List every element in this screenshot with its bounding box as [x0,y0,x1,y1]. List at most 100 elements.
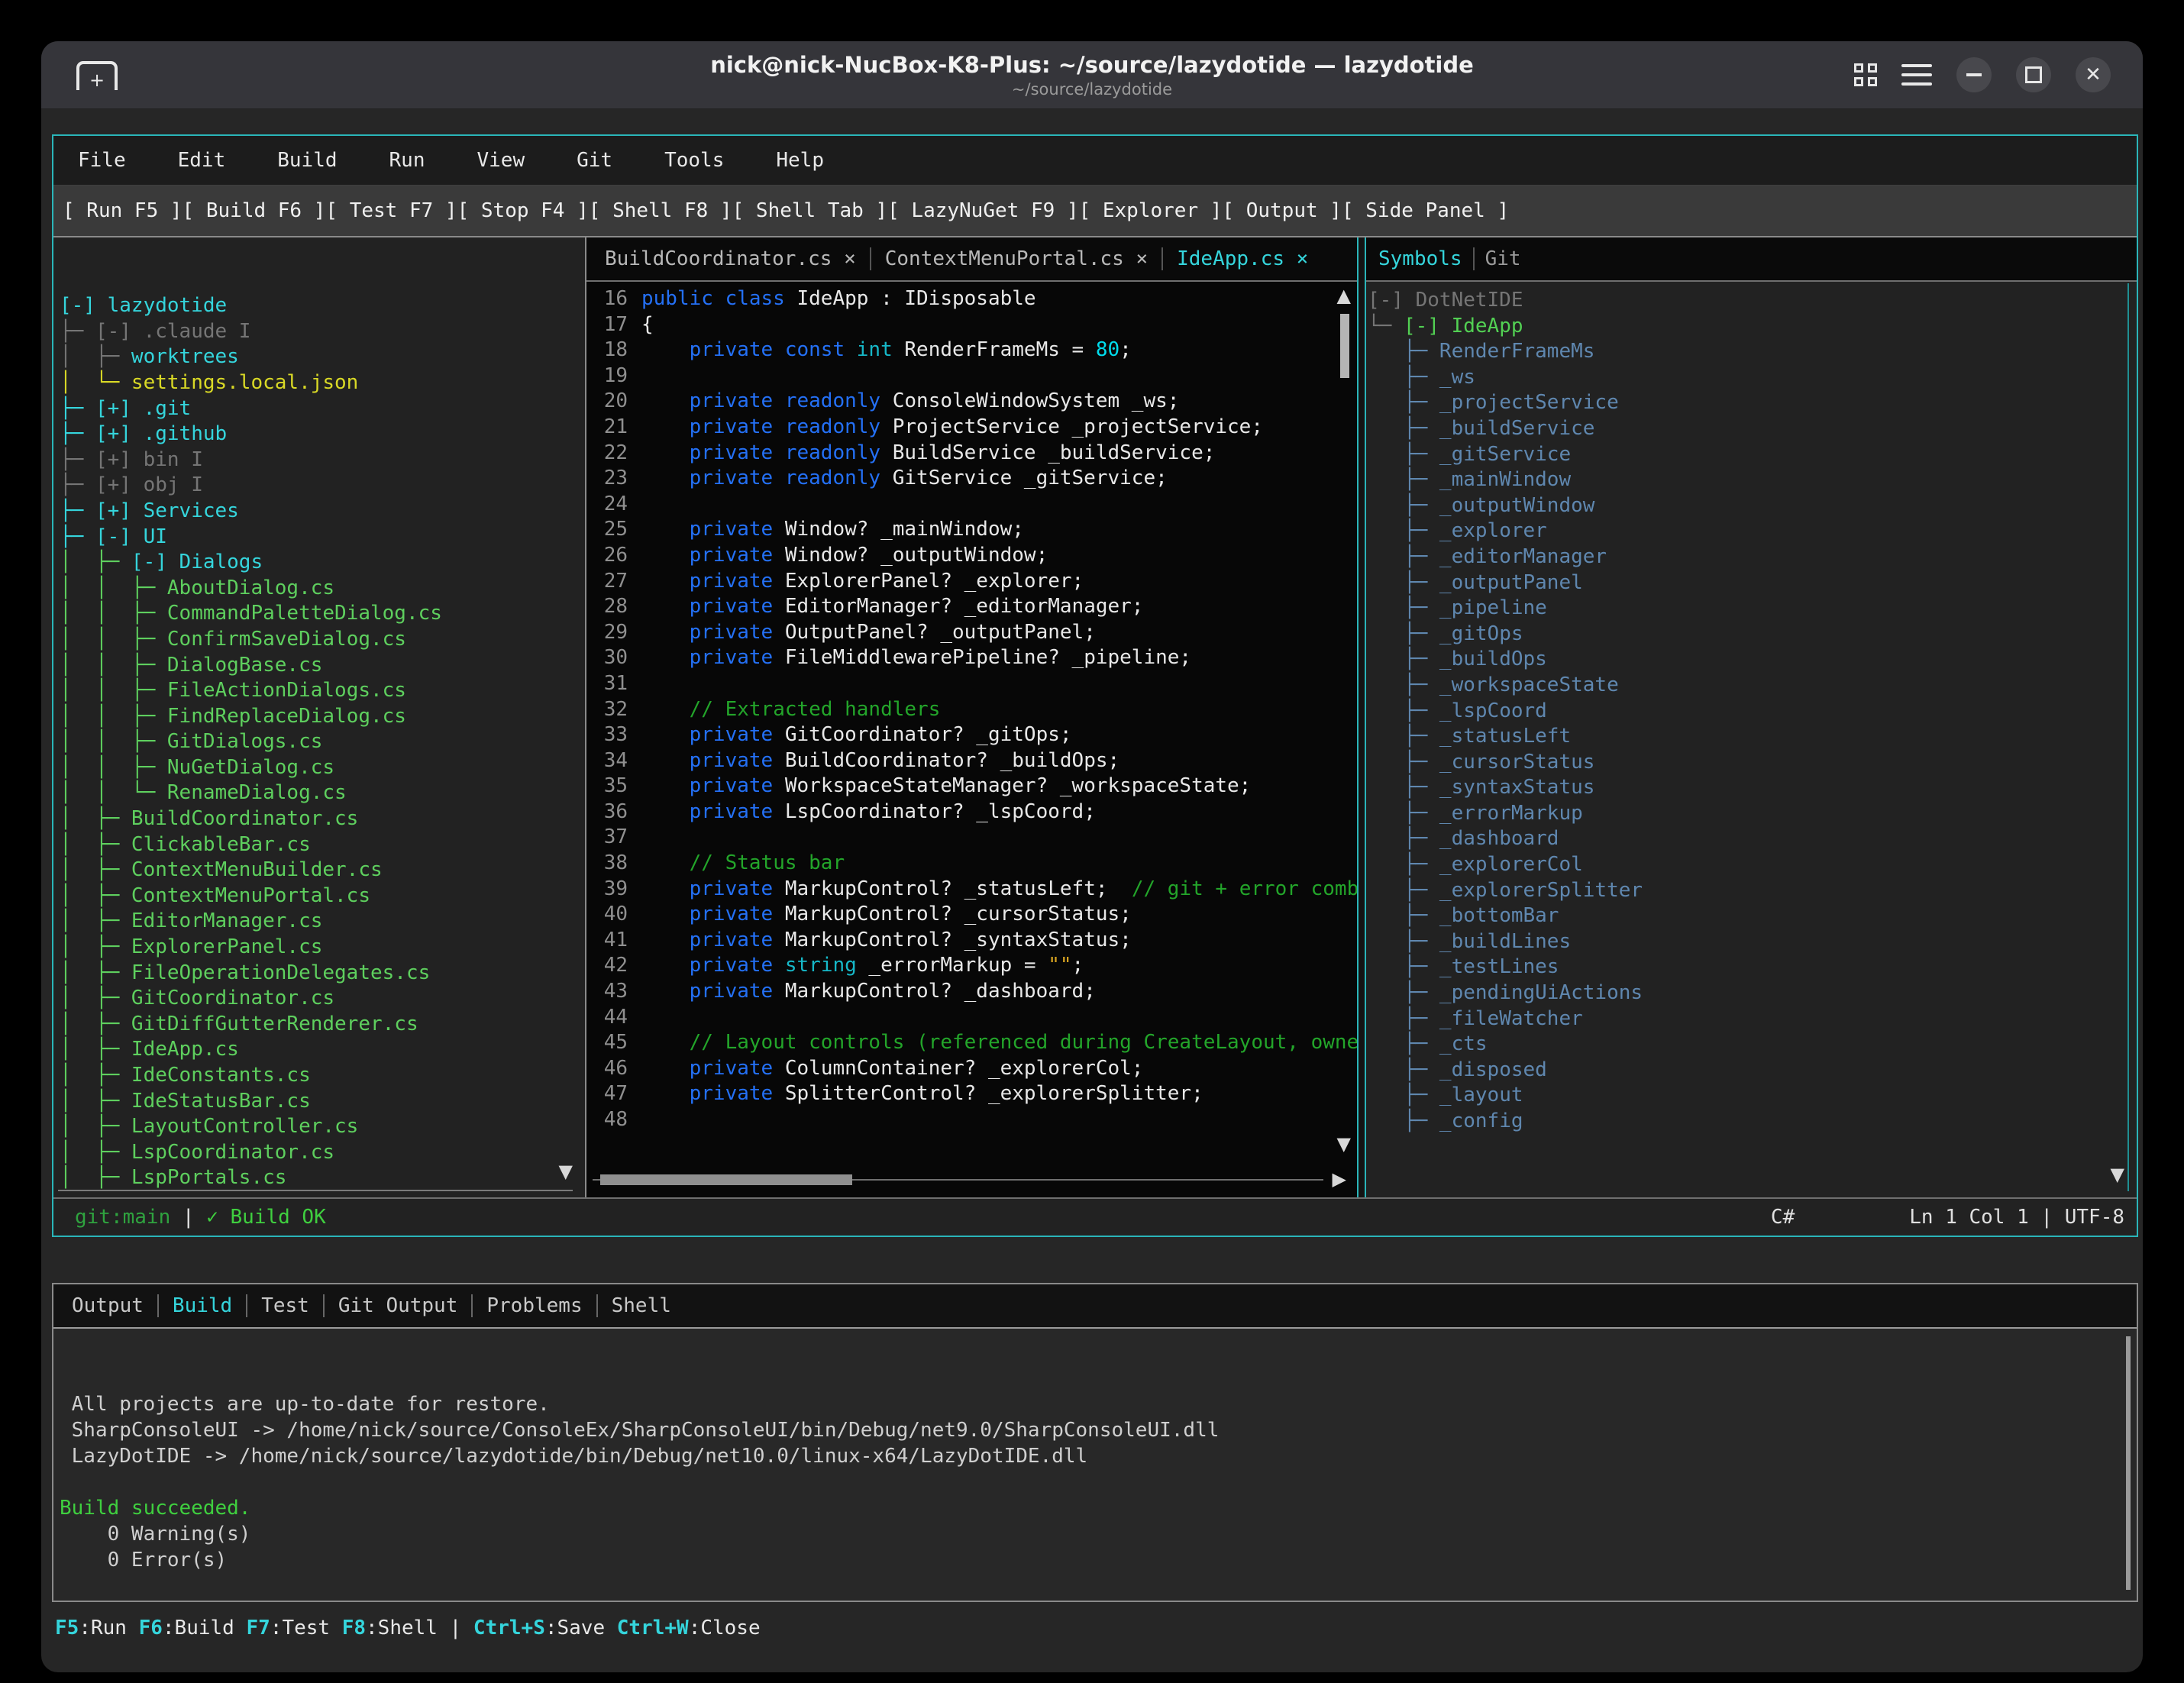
symbol-row[interactable]: ├─ _cts [1368,1032,2137,1058]
side-tab-git[interactable]: Git [1473,247,1532,270]
tree-row[interactable]: │ ├─ ExplorerPanel.cs [60,935,585,961]
code-line[interactable]: 23 private readonly GitService _gitServi… [586,466,1357,492]
code-line[interactable]: 41 private MarkupControl? _syntaxStatus; [586,928,1357,954]
code-line[interactable]: 39 private MarkupControl? _statusLeft; /… [586,877,1357,903]
toolbar-build-f6[interactable]: [ Build F6 ] [183,199,326,222]
symbol-row[interactable]: ├─ _errorMarkup [1368,801,2137,827]
menu-edit[interactable]: Edit [178,149,226,172]
toolbar-stop-f4[interactable]: [ Stop F4 ] [457,199,589,222]
output-tab-shell[interactable]: Shell [596,1294,685,1317]
symbol-row[interactable]: ├─ _disposed [1368,1058,2137,1084]
symbol-row[interactable]: └─ [-] IdeApp [1368,314,2137,340]
code-line[interactable]: 24 [586,492,1357,518]
code-line[interactable]: 33 private GitCoordinator? _gitOps; [586,722,1357,748]
tree-row[interactable]: │ ├─ ContextMenuPortal.cs [60,883,585,909]
menu-run[interactable]: Run [389,149,425,172]
output-tab-test[interactable]: Test [246,1294,323,1317]
tree-row[interactable]: ├─ [+] .git [60,396,585,422]
symbol-row[interactable]: ├─ _gitOps [1368,622,2137,648]
code-line[interactable]: 27 private ExplorerPanel? _explorer; [586,569,1357,595]
tree-row[interactable]: ├─ [+] bin I [60,447,585,473]
symbol-row[interactable]: ├─ _outputPanel [1368,570,2137,596]
editor-tab-contextmenuportal-cs[interactable]: ContextMenuPortal.cs × [870,247,1161,270]
tree-row[interactable]: │ ├─ ClickableBar.cs [60,832,585,858]
tree-row[interactable]: ├─ [-] UI [60,525,585,551]
symbol-row[interactable]: ├─ _explorerCol [1368,852,2137,878]
code-line[interactable]: 26 private Window? _outputWindow; [586,543,1357,569]
symbol-row[interactable]: ├─ _buildService [1368,416,2137,442]
editor-tab-buildcoordinator-cs[interactable]: BuildCoordinator.cs × [591,247,870,270]
symbol-row[interactable]: ├─ _gitService [1368,442,2137,468]
code-line[interactable]: 45 // Layout controls (referenced during… [586,1030,1357,1056]
editor-scroll-down-icon[interactable]: ▼ [1337,1135,1351,1153]
output-vscrollbar[interactable] [2126,1336,2131,1590]
tree-row[interactable]: ├─ [+] obj I [60,473,585,499]
side-scroll-down-icon[interactable]: ▼ [2111,1165,2124,1184]
symbol-row[interactable]: ├─ _fileWatcher [1368,1006,2137,1032]
toolbar-output[interactable]: [ Output ] [1222,199,1342,222]
output-tab-problems[interactable]: Problems [471,1294,596,1317]
toolbar-run-f5[interactable]: [ Run F5 ] [63,199,183,222]
code-line[interactable]: 30 private FileMiddlewarePipeline? _pipe… [586,645,1357,671]
tree-row[interactable]: │ └─ settings.local.json [60,370,585,396]
symbol-row[interactable]: ├─ _testLines [1368,955,2137,980]
code-line[interactable]: 32 // Extracted handlers [586,697,1357,723]
code-line[interactable]: 22 private readonly BuildService _buildS… [586,441,1357,467]
tree-row[interactable]: │ ├─ IdeConstants.cs [60,1063,585,1089]
symbol-row[interactable]: ├─ _cursorStatus [1368,750,2137,776]
maximize-button[interactable] [2016,57,2051,92]
layout-grid-icon[interactable] [1854,63,1877,86]
code-line[interactable]: 36 private LspCoordinator? _lspCoord; [586,800,1357,825]
tree-row[interactable]: ├─ [+] Services [60,499,585,525]
tree-row[interactable]: │ ├─ worktrees [60,344,585,370]
symbol-row[interactable]: ├─ _mainWindow [1368,467,2137,493]
symbol-row[interactable]: ├─ _outputWindow [1368,493,2137,519]
code-line[interactable]: 37 [586,825,1357,851]
tree-scroll-down-icon[interactable]: ▼ [559,1162,573,1181]
symbol-row[interactable]: ├─ _pendingUiActions [1368,980,2137,1006]
symbol-row[interactable]: ├─ _editorManager [1368,544,2137,570]
menu-view[interactable]: View [477,149,525,172]
tree-hscrollbar[interactable] [58,1190,573,1191]
menu-git[interactable]: Git [577,149,612,172]
code-line[interactable]: 18 private const int RenderFrameMs = 80; [586,338,1357,363]
code-line[interactable]: 46 private ColumnContainer? _explorerCol… [586,1056,1357,1082]
side-vscrollbar[interactable] [2127,283,2129,1191]
symbol-row[interactable]: ├─ _explorer [1368,518,2137,544]
code-line[interactable]: 20 private readonly ConsoleWindowSystem … [586,389,1357,415]
tab-close-icon[interactable]: × [1297,247,1309,270]
code-line[interactable]: 35 private WorkspaceStateManager? _works… [586,774,1357,800]
code-line[interactable]: 42 private string _errorMarkup = ""; [586,953,1357,979]
code-line[interactable]: 16public class IdeApp : IDisposable [586,286,1357,312]
close-button[interactable]: ✕ [2076,57,2111,92]
symbol-row[interactable]: ├─ _layout [1368,1083,2137,1109]
toolbar-test-f7[interactable]: [ Test F7 ] [325,199,457,222]
editor-scroll-up-icon[interactable]: ▲ [1337,286,1351,305]
tree-row[interactable]: │ ├─ IdeStatusBar.cs [60,1089,585,1115]
tree-row[interactable]: │ │ ├─ DialogBase.cs [60,653,585,679]
editor-vscrollbar-thumb[interactable] [1340,314,1349,378]
symbol-row[interactable]: ├─ _projectService [1368,390,2137,416]
menu-file[interactable]: File [78,149,126,172]
code-line[interactable]: 19 [586,363,1357,389]
tree-row[interactable]: │ │ ├─ ConfirmSaveDialog.cs [60,627,585,653]
tree-row[interactable]: ├─ [-] .claude I [60,319,585,345]
symbol-row[interactable]: ├─ RenderFrameMs [1368,339,2137,365]
code-line[interactable]: 43 private MarkupControl? _dashboard; [586,979,1357,1005]
tree-row[interactable]: ├─ [+] .github [60,422,585,447]
tree-row[interactable]: │ │ ├─ AboutDialog.cs [60,576,585,602]
code-line[interactable]: 38 // Status bar [586,851,1357,877]
toolbar-explorer[interactable]: [ Explorer ] [1079,199,1223,222]
code-line[interactable]: 25 private Window? _mainWindow; [586,517,1357,543]
code-line[interactable]: 34 private BuildCoordinator? _buildOps; [586,748,1357,774]
output-tab-build[interactable]: Build [157,1294,246,1317]
tree-row[interactable]: │ ├─ IdeApp.cs [60,1037,585,1063]
symbol-row[interactable]: ├─ _workspaceState [1368,673,2137,699]
code-line[interactable]: 40 private MarkupControl? _cursorStatus; [586,902,1357,928]
menu-tools[interactable]: Tools [664,149,724,172]
code-area[interactable]: 16public class IdeApp : IDisposable17{18… [586,282,1357,1197]
tree-row[interactable]: │ ├─ GitCoordinator.cs [60,986,585,1012]
symbol-row[interactable]: ├─ _dashboard [1368,826,2137,852]
tree-row[interactable]: │ ├─ LspCoordinator.cs [60,1140,585,1166]
toolbar-shell-f8[interactable]: [ Shell F8 ] [589,199,732,222]
